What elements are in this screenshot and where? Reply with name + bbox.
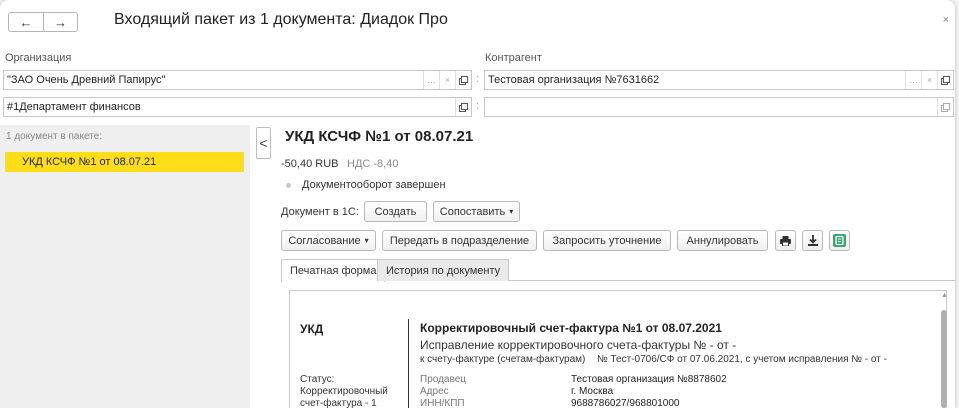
- contractor-field[interactable]: Тестовая организация №7631662 … ×: [484, 70, 954, 90]
- address-key: Адрес: [420, 386, 449, 397]
- diadoc-open-button[interactable]: [829, 230, 850, 251]
- compare-label: Сопоставить: [439, 205, 506, 218]
- org-value: "ЗАО Очень Древний Папирус": [7, 74, 166, 86]
- open-icon[interactable]: [455, 71, 471, 89]
- ellipsis-icon[interactable]: …: [423, 71, 439, 89]
- dropdown-icon: ▾: [509, 207, 514, 216]
- separator: :: [476, 100, 480, 112]
- seller-value: Тестовая организация №8878602: [571, 374, 727, 385]
- status-dot-icon: [286, 183, 291, 188]
- package-caption: 1 документ в пакете:: [6, 131, 103, 142]
- print-form-frame: УКД Корректировочный счет-фактура №1 от …: [289, 290, 947, 408]
- print-form-subtitle: Исправление корректировочного счета-факт…: [420, 338, 737, 352]
- transfer-button[interactable]: Передать в подразделение: [382, 230, 537, 251]
- package-documents-panel: 1 документ в пакете: УКД КСЧФ №1 от 08.0…: [0, 125, 250, 408]
- window-title: Входящий пакет из 1 документа: Диадок Пр…: [114, 11, 448, 28]
- document-vat: НДС -8,40: [347, 158, 399, 170]
- contractor-label: Контрагент: [485, 52, 542, 64]
- chevron-left-icon: <: [259, 135, 268, 151]
- document-amount: -50,40 RUB: [281, 158, 339, 170]
- collapse-panel-button[interactable]: <: [256, 127, 271, 159]
- print-form-scrollbar[interactable]: ▲: [940, 292, 948, 408]
- print-button[interactable]: [775, 230, 796, 251]
- print-form-heading: УКД: [300, 322, 324, 336]
- org-label: Организация: [5, 52, 72, 64]
- printer-icon: [780, 235, 791, 246]
- open-icon[interactable]: [455, 98, 471, 116]
- document-title: УКД КСЧФ №1 от 08.07.21: [285, 128, 474, 145]
- status-line: Корректировочный: [300, 386, 388, 397]
- invoice-ref-label: к счету-фактуре (счетам-фактурам): [420, 354, 586, 365]
- arrow-left-icon: ←: [19, 14, 33, 30]
- address-value: г. Москва: [571, 386, 614, 397]
- invoice-ref-value: № Тест-0706/СФ от 07.06.2021, с учетом и…: [597, 354, 887, 365]
- department-value: #1Департамент финансов: [7, 101, 141, 113]
- back-button[interactable]: ←: [8, 12, 43, 32]
- doc-1c-label: Документ в 1С:: [281, 206, 359, 218]
- scroll-up-icon[interactable]: ▲: [941, 292, 948, 299]
- inn-kpp-key: ИНН/КПП: [420, 398, 465, 408]
- document-window: ← → Входящий пакет из 1 документа: Диадо…: [0, 0, 955, 408]
- diadoc-icon: [833, 234, 846, 247]
- print-form-title: Корректировочный счет-фактура №1 от 08.0…: [420, 321, 722, 335]
- contractor-value: Тестовая организация №7631662: [488, 74, 660, 86]
- divider: [408, 319, 409, 408]
- document-status: Документооборот завершен: [302, 179, 446, 191]
- department-field[interactable]: #1Департамент финансов: [3, 97, 472, 117]
- create-button[interactable]: Создать: [364, 201, 427, 222]
- scroll-thumb[interactable]: [941, 310, 947, 408]
- status-line: счет-фактура - 1: [300, 398, 377, 408]
- approval-label: Согласование: [288, 234, 361, 247]
- clear-icon[interactable]: ×: [921, 71, 937, 89]
- clarify-button[interactable]: Запросить уточнение: [543, 230, 671, 251]
- ellipsis-icon[interactable]: …: [905, 71, 921, 89]
- forward-button[interactable]: →: [43, 12, 78, 32]
- download-button[interactable]: [802, 230, 823, 251]
- approval-button[interactable]: Согласование ▾: [281, 230, 376, 251]
- contractor-sub-field[interactable]: [484, 97, 954, 117]
- inn-kpp-value: 9688786027/968801000: [571, 398, 680, 408]
- org-field[interactable]: "ЗАО Очень Древний Папирус" … ×: [3, 70, 472, 90]
- status-line: Статус:: [300, 374, 335, 385]
- separator: :: [476, 73, 480, 85]
- navigation-buttons: ← →: [8, 12, 78, 32]
- tab-print-form[interactable]: Печатная форма: [281, 259, 386, 282]
- dropdown-icon: ▾: [364, 236, 369, 245]
- list-item[interactable]: УКД КСЧФ №1 от 08.07.21: [5, 152, 244, 172]
- download-icon: [807, 235, 818, 246]
- tab-document-history[interactable]: История по документу: [377, 259, 510, 281]
- clear-icon[interactable]: ×: [439, 71, 455, 89]
- annul-button[interactable]: Аннулировать: [677, 230, 768, 251]
- open-icon[interactable]: [937, 98, 953, 116]
- close-icon[interactable]: ×: [943, 14, 949, 26]
- compare-button[interactable]: Сопоставить ▾: [433, 201, 520, 222]
- open-icon[interactable]: [937, 71, 953, 89]
- seller-key: Продавец: [420, 374, 466, 385]
- arrow-right-icon: →: [54, 14, 67, 30]
